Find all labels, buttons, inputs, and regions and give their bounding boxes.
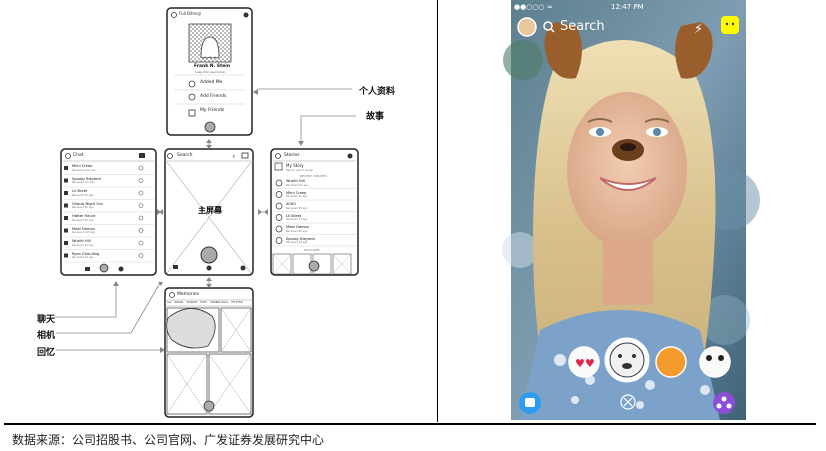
story-row-sub: Received 9h ago [286, 229, 308, 233]
chat-bubble-icon [721, 16, 739, 34]
status-time: 12:47 PM [611, 3, 644, 11]
phone-screenshot: ⚡ ♥♥ [502, 0, 760, 420]
panel-divider [437, 0, 438, 422]
source-caption: 数据来源：公司招股书、公司官网、广发证券发展研究中心 [12, 433, 325, 447]
story-row-sub: Received 5h ago [286, 206, 308, 210]
chat-row-icon [64, 178, 68, 183]
story-row-name[interactable]: XOXO [286, 202, 296, 206]
story-row-sub: Received 1d ago [286, 241, 308, 244]
stories-recent-header: RECENT UPDATES [300, 174, 327, 178]
memories-tab[interactable]: CAMERA ROLL [210, 301, 229, 304]
label-stories: 故事 [366, 112, 385, 122]
memories-screen [164, 287, 254, 418]
story-row-sub: Received 3h ago [286, 195, 308, 198]
shutter-icon [308, 260, 320, 272]
memories-tab[interactable]: SNAPS [175, 301, 184, 304]
label-memories: 回忆 [37, 348, 56, 358]
camera-search: Search [177, 153, 193, 158]
profile-item-added-me[interactable]: Added Me [200, 80, 222, 85]
label-chat: 聊天 [37, 315, 56, 325]
chat-row-icon [64, 228, 68, 233]
flash-off-icon: ⚡ [694, 22, 703, 37]
chat-row-icon [64, 166, 68, 170]
stories-my-story-sub: Tap to add a Snap [286, 168, 313, 172]
chat-row-name[interactable]: Meat Demon [72, 227, 95, 231]
chat-row-sub: Received just now [72, 168, 96, 172]
chat-row-icon [64, 191, 68, 195]
shutter-icon [203, 400, 215, 412]
story-row-sub: Received 7h ago [286, 218, 308, 221]
chat-row-name[interactable]: Mimi Creep [72, 164, 92, 168]
chat-row-icon [64, 216, 68, 220]
chat-row-sub: Received 2d ago [72, 256, 94, 259]
camera-connector [56, 282, 161, 334]
chat-row-name[interactable]: Hatter Haunt [72, 214, 95, 218]
stories-discover-header: DISCOVER [304, 248, 320, 252]
stories-title: Stories [284, 153, 300, 158]
wireframe-diagram: ⚡ ⚡ ♥♥ [54, 0, 760, 420]
chat-tab-icon [85, 267, 90, 271]
profile-header: Full Bitmoji [179, 11, 202, 16]
svg-text:♥♥: ♥♥ [575, 357, 595, 370]
chat-row-icon [64, 203, 68, 208]
bitmoji-icon [517, 17, 537, 37]
chat-row-sub: Received 5h ago [72, 206, 94, 209]
chat-row-sub: Received 3h ago [72, 193, 94, 197]
stories-screen [270, 148, 359, 276]
profile-item-my-friends[interactable]: My Friends [200, 108, 224, 113]
chat-tab-icon [173, 265, 178, 269]
chat-row-name[interactable]: Lil Skeet [72, 189, 87, 193]
memories-tab[interactable]: EYES [200, 301, 207, 304]
story-row-name[interactable]: Wraith Hill [286, 179, 305, 183]
shutter-button [200, 246, 218, 264]
memories-tab[interactable]: ALL [167, 301, 172, 304]
chat-row-icon [64, 253, 68, 258]
label-camera: 相机 [37, 331, 56, 341]
settings-icon [243, 12, 249, 18]
camera-center-label: 主屏幕 [198, 205, 222, 215]
flash-icon: ⚡ [232, 154, 236, 160]
discover-button [713, 392, 735, 414]
memories-tab[interactable]: MY EYES [231, 301, 242, 304]
lens-panda [699, 346, 731, 378]
stories-connector [300, 115, 356, 141]
story-row-name[interactable]: Spooky Bleyleck [286, 237, 315, 241]
shutter-icon [204, 121, 216, 133]
profile-sub: snapchat username [195, 70, 225, 74]
memories-tab[interactable]: STORIES [186, 301, 197, 304]
story-row-name[interactable]: Lil Skeet [286, 214, 301, 218]
memories-icon [206, 265, 212, 271]
phone-search-label[interactable]: Search [560, 19, 605, 34]
figure: ⚡ ⚡ ♥♥ Full Bitmoji Frank N. Stein snapc… [0, 0, 826, 451]
footer-rule [4, 423, 816, 425]
chat-row-sub: Received 1m ago [72, 181, 95, 184]
lens-fox [655, 346, 687, 378]
profile-item-add-friends[interactable]: Add Friends [200, 94, 226, 99]
label-profile: 个人资料 [359, 87, 396, 97]
chat-row-name[interactable]: Wraith Hill [72, 239, 91, 243]
chat-row-sub: Received 8h ago [72, 218, 94, 222]
chat-row-name[interactable]: Spooky Bleyleck [72, 177, 101, 181]
story-row-name[interactable]: Meat Demon [286, 225, 309, 229]
discover-icon [240, 265, 246, 271]
shutter-icon [99, 263, 109, 273]
memories-title: Memories [177, 292, 200, 297]
new-chat-icon [139, 153, 145, 158]
story-row-name[interactable]: Mimi Creep [286, 191, 306, 195]
discover-icon [118, 266, 124, 272]
chat-row-icon [64, 241, 68, 245]
profile-name: Frank N. Stein [194, 64, 231, 69]
chat-row-sub: Received 10h ago [72, 231, 96, 234]
chat-row-name[interactable]: Ghouls Night Out [72, 202, 103, 206]
story-row-sub: Received 1m ago [286, 183, 309, 187]
status-carrier: ●●○○○ ≈ [514, 3, 553, 11]
discover-icon [347, 153, 353, 159]
chat-row-name[interactable]: Ryan Ghoulling [72, 252, 99, 256]
memories-tabs: ALL SNAPS STORIES EYES CAMERA ROLL MY EYES [167, 301, 253, 304]
chat-connector [54, 283, 117, 318]
chat-title: Chat [73, 153, 84, 158]
chat-row-sub: Received 1d ago [72, 243, 94, 247]
